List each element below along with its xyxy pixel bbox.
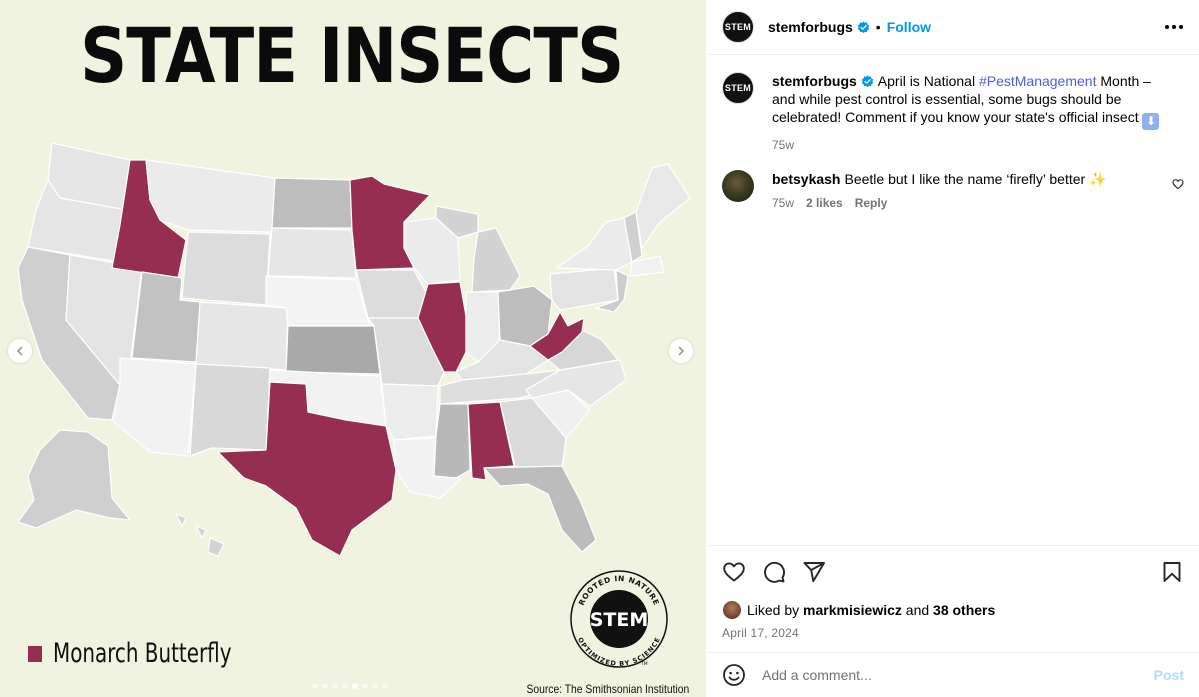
chevron-left-icon <box>16 346 23 356</box>
carousel-dot[interactable] <box>342 683 348 689</box>
post-comment-button[interactable]: Post <box>1154 667 1184 683</box>
post-actions: Liked by markmisiewicz and 38 others Apr… <box>706 545 1199 640</box>
liked-and: and <box>901 602 934 618</box>
state-colorado <box>195 301 289 371</box>
more-dot-icon <box>1165 25 1169 29</box>
comment-username[interactable]: betsykash <box>772 171 840 187</box>
state-kansas <box>285 325 381 375</box>
carousel-dot[interactable] <box>382 683 388 689</box>
like-heart-icon[interactable] <box>722 560 746 584</box>
liker-avatar[interactable] <box>722 600 742 620</box>
legend-label: Monarch Butterfly <box>53 638 232 669</box>
state-arizona <box>111 357 197 457</box>
action-icons <box>722 546 1184 598</box>
liked-by: Liked by markmisiewicz and 38 others <box>722 600 1184 620</box>
badge-center-text: STEM <box>590 609 649 631</box>
state-new-york <box>555 217 633 271</box>
caption-text-before: April is National <box>877 73 979 89</box>
more-options-button[interactable] <box>1165 25 1183 29</box>
header-user: stemforbugs • Follow <box>768 19 931 35</box>
map-legend: Monarch Butterfly <box>28 638 271 669</box>
add-comment-bar: Post <box>706 652 1199 697</box>
carousel-next-button[interactable] <box>669 339 693 363</box>
comment-reply-button[interactable]: Reply <box>855 194 888 212</box>
map-source: Source: The Smithsonian Institution <box>526 682 689 696</box>
state-mississippi <box>433 403 471 479</box>
carousel-dot[interactable] <box>322 683 328 689</box>
more-dot-icon <box>1172 25 1176 29</box>
post-date[interactable]: April 17, 2024 <box>722 626 1184 640</box>
add-comment-input[interactable] <box>762 667 1154 683</box>
caption-meta: 75w <box>772 136 1162 154</box>
badge-tm: TM <box>640 661 648 667</box>
carousel-dot[interactable] <box>372 683 378 689</box>
caption-time[interactable]: 75w <box>772 136 794 154</box>
caption-avatar-text: STEM <box>724 83 752 93</box>
comment-bubble-icon[interactable] <box>762 560 786 584</box>
follow-button[interactable]: Follow <box>887 19 931 35</box>
header-avatar-text: STEM <box>724 22 752 32</box>
caption-hashtag[interactable]: #PestManagement <box>979 73 1097 89</box>
commenter-avatar[interactable] <box>722 170 754 202</box>
verified-badge-icon <box>861 75 873 88</box>
down-arrow-emoji-icon: ⬇ <box>1142 113 1160 130</box>
state-montana <box>145 159 276 233</box>
state-maine <box>635 163 691 249</box>
comment-text: Beetle but I like the name ‘firefly’ bet… <box>844 171 1090 187</box>
share-send-icon[interactable] <box>802 560 826 584</box>
emoji-smiley-icon[interactable] <box>722 663 746 687</box>
liked-user[interactable]: markmisiewicz <box>803 602 902 618</box>
carousel-dot[interactable] <box>352 683 358 689</box>
more-dot-icon <box>1179 25 1183 29</box>
post-media: STATE INSECTS Monarch Butterfly STEM ROO… <box>0 0 705 697</box>
comments-section: STEM stemforbugs April is National #Pest… <box>706 56 1199 545</box>
carousel-dot[interactable] <box>312 683 318 689</box>
save-bookmark-icon[interactable] <box>1160 560 1184 584</box>
liked-others[interactable]: 38 others <box>933 602 995 618</box>
header-username[interactable]: stemforbugs <box>768 19 853 35</box>
carousel-prev-button[interactable] <box>8 339 32 363</box>
caption-avatar[interactable]: STEM <box>722 72 754 104</box>
post-header: STEM stemforbugs • Follow <box>706 0 1199 55</box>
state-south-dakota <box>267 227 357 279</box>
sparkles-emoji-icon: ✨ <box>1089 171 1107 187</box>
state-florida <box>483 465 597 553</box>
state-new-mexico <box>189 363 271 457</box>
post-side-panel: STEM stemforbugs • Follow STEM stemforbu… <box>705 0 1199 697</box>
carousel-dot[interactable] <box>332 683 338 689</box>
comment-time[interactable]: 75w <box>772 194 794 212</box>
state-hawaii <box>175 513 225 557</box>
legend-swatch <box>28 645 42 662</box>
liked-prefix: Liked by <box>747 602 804 618</box>
comment-body: betsykash Beetle but I like the name ‘fir… <box>772 170 1162 212</box>
caption-body: stemforbugs April is National #PestManag… <box>772 72 1162 154</box>
state-wyoming <box>181 231 271 306</box>
comment-meta: 75w 2 likes Reply <box>772 194 1162 212</box>
state-iowa <box>355 269 429 319</box>
caption: STEM stemforbugs April is National #Pest… <box>722 72 1184 154</box>
state-north-dakota <box>271 177 353 229</box>
stem-logo-badge: STEM ROOTED IN NATURE OPTIMIZED BY SCIEN… <box>570 570 668 668</box>
state-alaska <box>17 429 131 529</box>
caption-username[interactable]: stemforbugs <box>772 73 857 89</box>
comment-likes[interactable]: 2 likes <box>806 194 843 212</box>
chevron-right-icon <box>678 346 685 356</box>
carousel-dot[interactable] <box>362 683 368 689</box>
header-avatar[interactable]: STEM <box>722 11 754 43</box>
comment-like-heart-icon[interactable] <box>1172 178 1184 190</box>
verified-badge-icon <box>857 20 869 33</box>
comment-item: betsykash Beetle but I like the name ‘fir… <box>722 170 1184 212</box>
header-separator: • <box>875 19 881 35</box>
state-arkansas <box>381 383 439 441</box>
carousel-dots <box>312 683 388 689</box>
